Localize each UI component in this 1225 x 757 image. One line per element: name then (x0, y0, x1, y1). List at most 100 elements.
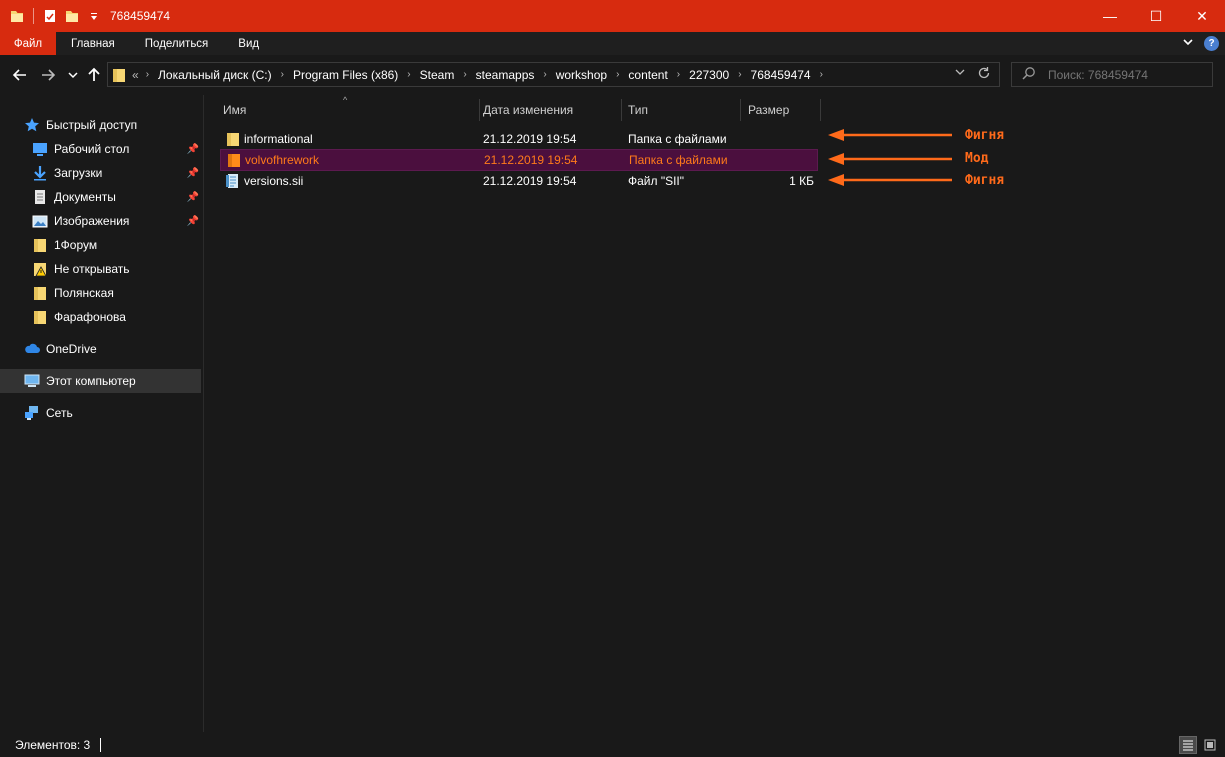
chevron-right-icon[interactable]: › (543, 69, 546, 80)
address-bar[interactable]: « › Локальный диск (C:) › Program Files … (107, 62, 1000, 87)
nav-this-pc[interactable]: Этот компьютер (0, 369, 201, 393)
network-icon (24, 405, 40, 421)
chevron-right-icon[interactable]: › (407, 69, 410, 80)
chevron-right-icon[interactable]: › (463, 69, 466, 80)
view-switcher (1179, 736, 1219, 754)
tab-share[interactable]: Поделиться (130, 32, 224, 55)
annotation-arrow (828, 174, 952, 186)
breadcrumb-item[interactable]: content (628, 68, 667, 82)
pin-icon[interactable]: 📌 (187, 168, 199, 179)
pin-icon[interactable]: 📌 (187, 144, 199, 155)
computer-icon (24, 373, 40, 389)
breadcrumb-item[interactable]: Steam (420, 68, 455, 82)
quick-access-toolbar (0, 0, 102, 32)
breadcrumb: « › Локальный диск (C:) › Program Files … (132, 68, 832, 82)
chevron-down-icon (68, 72, 78, 79)
maximize-button[interactable]: ☐ (1133, 0, 1179, 32)
breadcrumb-item[interactable]: 227300 (689, 68, 729, 82)
search-icon (1022, 66, 1036, 83)
nav-label: Полянская (54, 286, 114, 300)
forward-button[interactable] (38, 65, 58, 85)
expand-ribbon-icon[interactable] (1182, 36, 1194, 51)
large-icons-view-button[interactable] (1201, 736, 1219, 754)
help-icon[interactable]: ? (1204, 36, 1219, 51)
title-bar: 768459474 — ☐ ✕ (0, 0, 1225, 32)
nav-label: Фарафонова (54, 310, 126, 324)
breadcrumb-item[interactable]: workshop (556, 68, 607, 82)
breadcrumb-item[interactable]: 768459474 (751, 68, 811, 82)
status-bar: Элементов: 3 (0, 732, 1225, 757)
nav-item-downloads[interactable]: Загрузки 📌 (0, 161, 201, 185)
properties-icon[interactable] (42, 8, 58, 24)
folder-icon (112, 67, 126, 83)
annotation-label: Фигня (965, 173, 1004, 188)
annotation-arrow (828, 153, 952, 165)
chevron-right-icon[interactable]: › (281, 69, 284, 80)
nav-item-folder[interactable]: Не открывать (0, 257, 201, 281)
arrow-right-icon (42, 69, 56, 81)
nav-network[interactable]: Сеть (0, 401, 201, 425)
recent-locations-button[interactable] (63, 65, 83, 85)
details-view-button[interactable] (1179, 736, 1197, 754)
annotation-arrow (828, 129, 952, 141)
breadcrumb-overflow[interactable]: « (132, 68, 139, 82)
window-title: 768459474 (110, 9, 171, 23)
new-folder-icon[interactable] (64, 8, 80, 24)
refresh-button[interactable] (977, 66, 991, 83)
annotation-label: Мод (965, 151, 989, 166)
tab-view[interactable]: Вид (223, 32, 274, 55)
nav-item-folder[interactable]: Фарафонова (0, 305, 201, 329)
details-view-icon (1183, 740, 1193, 751)
item-count: Элементов: 3 (15, 737, 91, 752)
pin-icon[interactable]: 📌 (187, 192, 199, 203)
search-input[interactable] (1048, 67, 1208, 82)
folder-icon (9, 8, 25, 24)
nav-item-folder[interactable]: 1Форум (0, 233, 201, 257)
chevron-right-icon[interactable]: › (738, 69, 741, 80)
chevron-down-icon (955, 69, 965, 75)
nav-label: Загрузки (54, 166, 103, 180)
customize-toolbar-icon[interactable] (86, 8, 102, 24)
minimize-button[interactable]: — (1087, 0, 1133, 32)
window-controls: — ☐ ✕ (1087, 0, 1225, 32)
close-button[interactable]: ✕ (1179, 0, 1225, 32)
nav-label: 1Форум (54, 238, 98, 252)
nav-item-desktop[interactable]: Рабочий стол 📌 (0, 137, 201, 161)
nav-onedrive[interactable]: OneDrive (0, 337, 201, 361)
folder-icon (32, 309, 48, 325)
warning-folder-icon (32, 261, 48, 277)
large-icons-view-icon (1204, 739, 1216, 751)
status-divider (100, 737, 102, 752)
pin-icon[interactable]: 📌 (187, 216, 199, 227)
downloads-icon (32, 165, 48, 181)
arrow-up-icon (88, 67, 100, 81)
star-icon (24, 117, 40, 133)
up-button[interactable] (84, 65, 104, 85)
nav-label: Сеть (46, 406, 73, 420)
cloud-icon (24, 341, 40, 357)
chevron-right-icon[interactable]: › (616, 69, 619, 80)
nav-label: Рабочий стол (54, 142, 130, 156)
nav-item-pictures[interactable]: Изображения 📌 (0, 209, 201, 233)
tab-home[interactable]: Главная (56, 32, 130, 55)
nav-item-documents[interactable]: Документы 📌 (0, 185, 201, 209)
nav-label: Не открывать (54, 262, 130, 276)
chevron-right-icon[interactable]: › (820, 69, 823, 80)
chevron-right-icon: › (145, 69, 150, 80)
annotation-label: Фигня (965, 128, 1004, 143)
breadcrumb-item[interactable]: Локальный диск (C:) (158, 68, 272, 82)
search-box[interactable] (1011, 62, 1213, 87)
arrow-left-icon (12, 69, 26, 81)
nav-quick-access[interactable]: Быстрый доступ (0, 113, 201, 137)
address-history-dropdown[interactable] (955, 67, 965, 80)
back-button[interactable] (10, 65, 30, 85)
toolbar-separator (33, 8, 34, 24)
breadcrumb-item[interactable]: Program Files (x86) (293, 68, 398, 82)
tab-file[interactable]: Файл (0, 32, 56, 55)
desktop-icon (32, 141, 48, 157)
pictures-icon (32, 213, 48, 229)
ribbon-tabs: Файл Главная Поделиться Вид ? (0, 32, 1225, 55)
breadcrumb-item[interactable]: steamapps (476, 68, 535, 82)
chevron-right-icon[interactable]: › (677, 69, 680, 80)
nav-item-folder[interactable]: Полянская (0, 281, 201, 305)
